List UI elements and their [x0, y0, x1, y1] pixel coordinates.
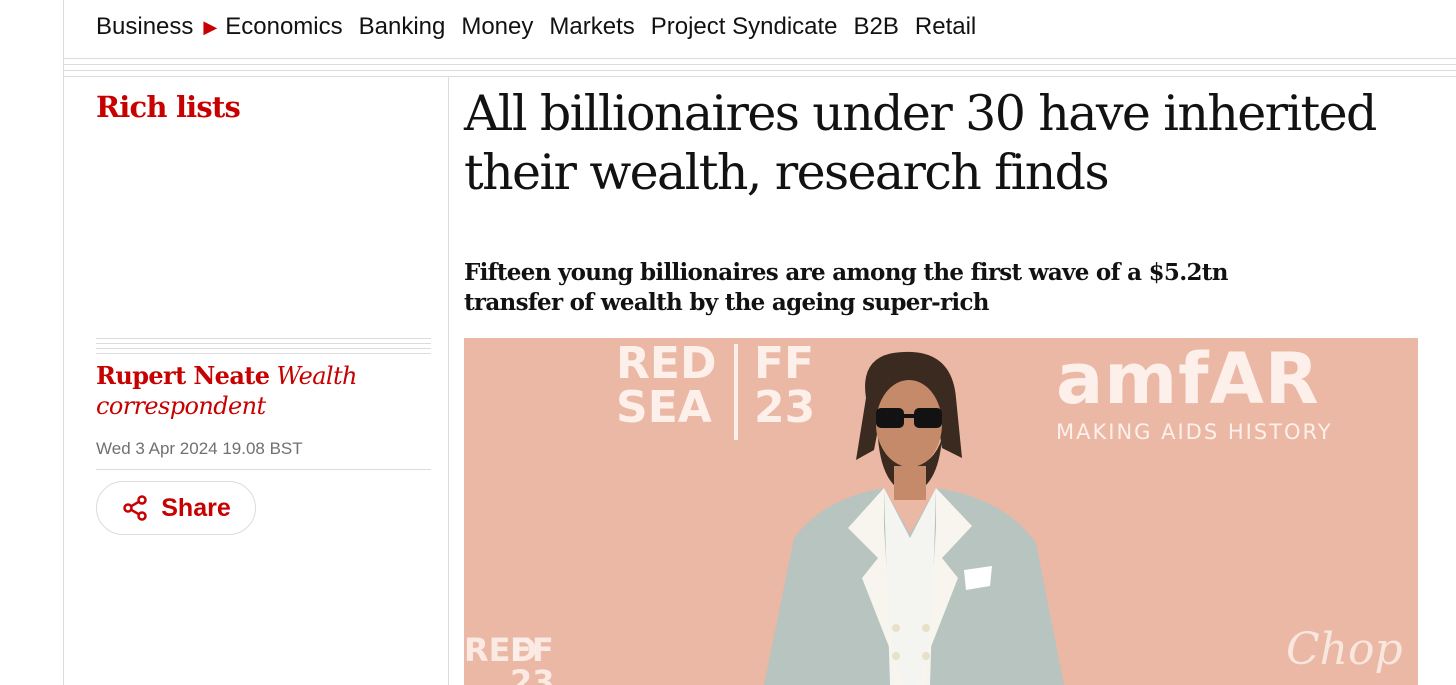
headline-line: their wealth, research finds [464, 144, 1110, 201]
nav-divider [64, 64, 1456, 65]
nav-item-markets[interactable]: Markets [549, 13, 634, 41]
article-main-image[interactable]: RED SEA FF 23 RED FF 23 amfAR MAKING AID… [464, 338, 1418, 685]
meta-divider [96, 338, 431, 358]
date-divider [96, 469, 431, 470]
author-role: Wealth [276, 362, 357, 390]
nav-divider [64, 76, 1456, 77]
nav-item-b2b[interactable]: B2B [854, 13, 899, 41]
column-divider [448, 77, 449, 685]
standfirst-line: transfer of wealth by the ageing super-r… [464, 289, 989, 316]
nav-item-business[interactable]: Business [96, 13, 193, 41]
person-figure [764, 351, 1064, 685]
headline: All billionaires under 30 have inherited… [464, 84, 1424, 202]
nav-item-banking[interactable]: Banking [359, 13, 446, 41]
nav-divider [64, 70, 1456, 71]
nav-item-economics[interactable]: Economics [225, 13, 342, 41]
section-label[interactable]: Rich lists [96, 90, 241, 124]
share-icon [123, 495, 147, 521]
author-name[interactable]: Rupert Neate [96, 361, 270, 390]
triangle-right-icon: ▶ [203, 16, 218, 37]
share-label: Share [161, 493, 231, 522]
publish-date: Wed 3 Apr 2024 19.08 BST [96, 439, 303, 458]
standfirst-line: Fifteen young billionaires are among the… [464, 259, 1228, 286]
standfirst: Fifteen young billionaires are among the… [464, 258, 1364, 318]
page-frame-border [63, 0, 64, 685]
byline: Rupert Neate Wealth correspondent [96, 361, 426, 421]
nav-item-money[interactable]: Money [461, 13, 533, 41]
share-button[interactable]: Share [96, 481, 256, 535]
author-role: correspondent [96, 392, 266, 420]
nav-item-retail[interactable]: Retail [915, 13, 976, 41]
headline-line: All billionaires under 30 have inherited [464, 85, 1377, 142]
nav-item-project-syndicate[interactable]: Project Syndicate [651, 13, 838, 41]
sub-navigation: Business ▶ Economics Banking Money Marke… [96, 11, 992, 43]
nav-divider [64, 58, 1456, 59]
